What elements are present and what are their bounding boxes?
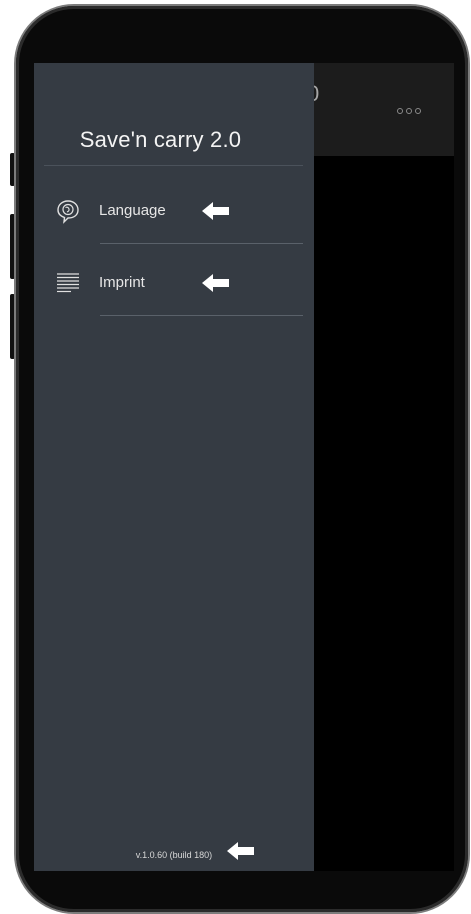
arrow-left-icon — [202, 274, 229, 292]
volume-down-button — [10, 294, 15, 359]
app-version: v.1.0.60 (build 180) — [135, 850, 213, 860]
language-icon — [57, 200, 79, 224]
menu-item-language[interactable]: Language — [34, 181, 314, 244]
menu-item-imprint-label: Imprint — [99, 274, 145, 291]
volume-up-button — [10, 214, 15, 279]
arrow-left-icon — [202, 202, 229, 220]
drawer-divider — [44, 165, 303, 166]
arrow-left-icon — [227, 842, 254, 860]
menu-item-language-label: Language — [99, 202, 166, 219]
imprint-icon — [57, 273, 79, 293]
drawer-title: Save'n carry 2.0 — [79, 127, 242, 152]
phone-screen: 0 Save'n carry 2.0 Language — [34, 63, 454, 871]
menu-divider — [100, 315, 303, 316]
menu-item-imprint[interactable]: Imprint — [34, 253, 314, 316]
more-icon[interactable] — [397, 108, 421, 114]
stage: 0 Save'n carry 2.0 Language — [0, 0, 471, 914]
menu-divider — [100, 243, 303, 244]
mute-switch — [10, 153, 15, 186]
navigation-drawer: Save'n carry 2.0 Language Imprint v.1.0.… — [34, 63, 314, 871]
